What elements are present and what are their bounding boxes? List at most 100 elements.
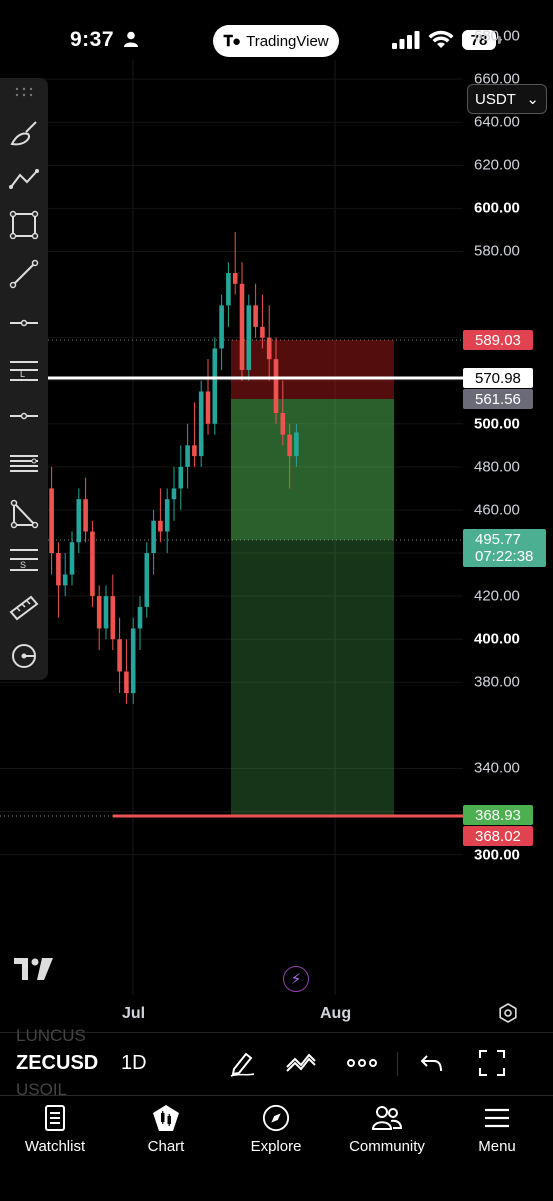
entry-price-label: 561.56 <box>463 389 533 409</box>
y-tick: 680.00 <box>474 27 520 45</box>
candle-body <box>144 553 150 607</box>
candle-body <box>96 596 102 629</box>
long-position-icon[interactable]: L <box>8 354 40 386</box>
undo-icon[interactable] <box>420 1052 444 1074</box>
candle-body <box>287 434 292 457</box>
ghost-symbol: LUNCUS <box>16 1026 86 1045</box>
indicators-icon[interactable] <box>285 1049 317 1077</box>
interval-button[interactable]: 1D <box>121 1052 147 1075</box>
candle-body <box>83 499 88 532</box>
chevron-down-icon: ⌄ <box>526 91 539 108</box>
y-tick: 380.00 <box>474 673 520 691</box>
tradingview-pill[interactable]: 𝐓● TradingView <box>213 25 339 57</box>
candle-body <box>219 305 224 349</box>
target-price-label: 368.93 <box>463 805 533 825</box>
candle-body <box>185 445 190 467</box>
bar-countdown: 07:22:38 <box>475 548 534 565</box>
wifi-icon <box>428 30 454 48</box>
parallel-channel-icon[interactable] <box>8 448 40 480</box>
candle-body <box>212 348 218 424</box>
short-position-icon[interactable]: S <box>8 544 40 576</box>
candle-body <box>198 391 204 457</box>
current-price: 495.77 <box>475 531 521 548</box>
y-tick: 460.00 <box>474 501 520 519</box>
compass-icon <box>262 1104 290 1132</box>
candle-body <box>49 488 54 554</box>
nav-explore[interactable]: Explore <box>226 1104 326 1155</box>
candle-body <box>246 305 252 370</box>
y-tick: 480.00 <box>474 458 520 476</box>
candle-body <box>130 628 136 694</box>
candle-body <box>266 337 272 360</box>
candle-body <box>110 596 116 640</box>
rectangle-icon[interactable] <box>8 209 40 241</box>
horizontal-ray-icon[interactable] <box>8 307 40 339</box>
triangle-icon[interactable] <box>8 498 40 530</box>
settings-icon[interactable] <box>498 1003 518 1023</box>
brush-icon[interactable] <box>8 118 40 150</box>
candle-body <box>239 283 245 370</box>
currency-select[interactable]: USDT ⌄ <box>467 84 547 114</box>
candle-body <box>192 445 197 457</box>
x-tick-aug: Aug <box>320 1005 352 1022</box>
nav-watchlist[interactable]: Watchlist <box>5 1104 105 1155</box>
candle-body <box>260 326 265 338</box>
nav-label: Chart <box>147 1138 185 1155</box>
y-tick: 620.00 <box>474 156 520 174</box>
fullscreen-icon[interactable] <box>479 1050 505 1076</box>
candle-body <box>273 359 279 414</box>
candle-body <box>253 305 258 327</box>
currency-label: USDT <box>475 90 516 108</box>
horizontal-line-icon[interactable] <box>8 400 40 432</box>
candle-body <box>117 639 122 672</box>
tradingview-logo-icon: 𝐓● <box>223 32 241 50</box>
y-tick: 500.00 <box>474 415 520 433</box>
y-tick: 300.00 <box>474 846 520 864</box>
lightning-icon[interactable]: ⚡︎ <box>283 966 309 992</box>
symbol-name[interactable]: ZECUSD <box>16 1052 98 1075</box>
nav-community[interactable]: Community <box>337 1104 437 1155</box>
divider <box>397 1052 398 1076</box>
candle-body <box>294 432 299 457</box>
y-tick: 600.00 <box>474 199 520 217</box>
menu-icon <box>485 1108 509 1128</box>
candle-body <box>280 413 286 435</box>
status-time: 9:37 <box>70 28 115 51</box>
profit-zone-upper[interactable] <box>231 399 394 540</box>
candle-body <box>103 596 109 629</box>
candle-body <box>62 574 68 586</box>
nav-label: Explore <box>250 1138 302 1155</box>
nav-menu[interactable]: Menu <box>447 1104 547 1155</box>
candle-body <box>178 466 184 489</box>
profit-zone-lower[interactable] <box>231 540 394 816</box>
horizontal-line-price-label: 570.98 <box>463 368 533 388</box>
trend-angle-icon[interactable] <box>8 163 40 195</box>
y-tick: 400.00 <box>474 630 520 648</box>
candle-body <box>90 531 95 597</box>
low-line-price-label: 368.02 <box>463 826 533 846</box>
drag-handle-icon[interactable] <box>14 86 34 98</box>
candle-body <box>137 606 143 629</box>
tradingview-watermark-icon <box>14 958 53 980</box>
candle-body <box>158 520 163 532</box>
candle-body <box>151 520 156 554</box>
y-tick: 420.00 <box>474 587 520 605</box>
svg-text:S: S <box>20 560 26 570</box>
candle-body <box>232 273 238 284</box>
loss-zone[interactable] <box>231 340 394 399</box>
circle-icon[interactable] <box>8 640 40 672</box>
person-icon <box>124 31 138 47</box>
candle-body <box>171 488 177 500</box>
cellular-signal-icon <box>392 31 420 49</box>
pencil-icon[interactable] <box>228 1049 256 1077</box>
nav-label: Menu <box>478 1138 516 1155</box>
more-icon[interactable] <box>347 1058 377 1068</box>
candle-body <box>164 499 170 532</box>
candle-body <box>69 542 75 575</box>
y-tick: 340.00 <box>474 759 520 777</box>
trend-line-icon[interactable] <box>8 258 40 290</box>
ruler-icon[interactable] <box>8 592 40 624</box>
candle-body <box>205 391 211 424</box>
watchlist-icon <box>45 1105 65 1131</box>
nav-chart[interactable]: Chart <box>116 1104 216 1155</box>
